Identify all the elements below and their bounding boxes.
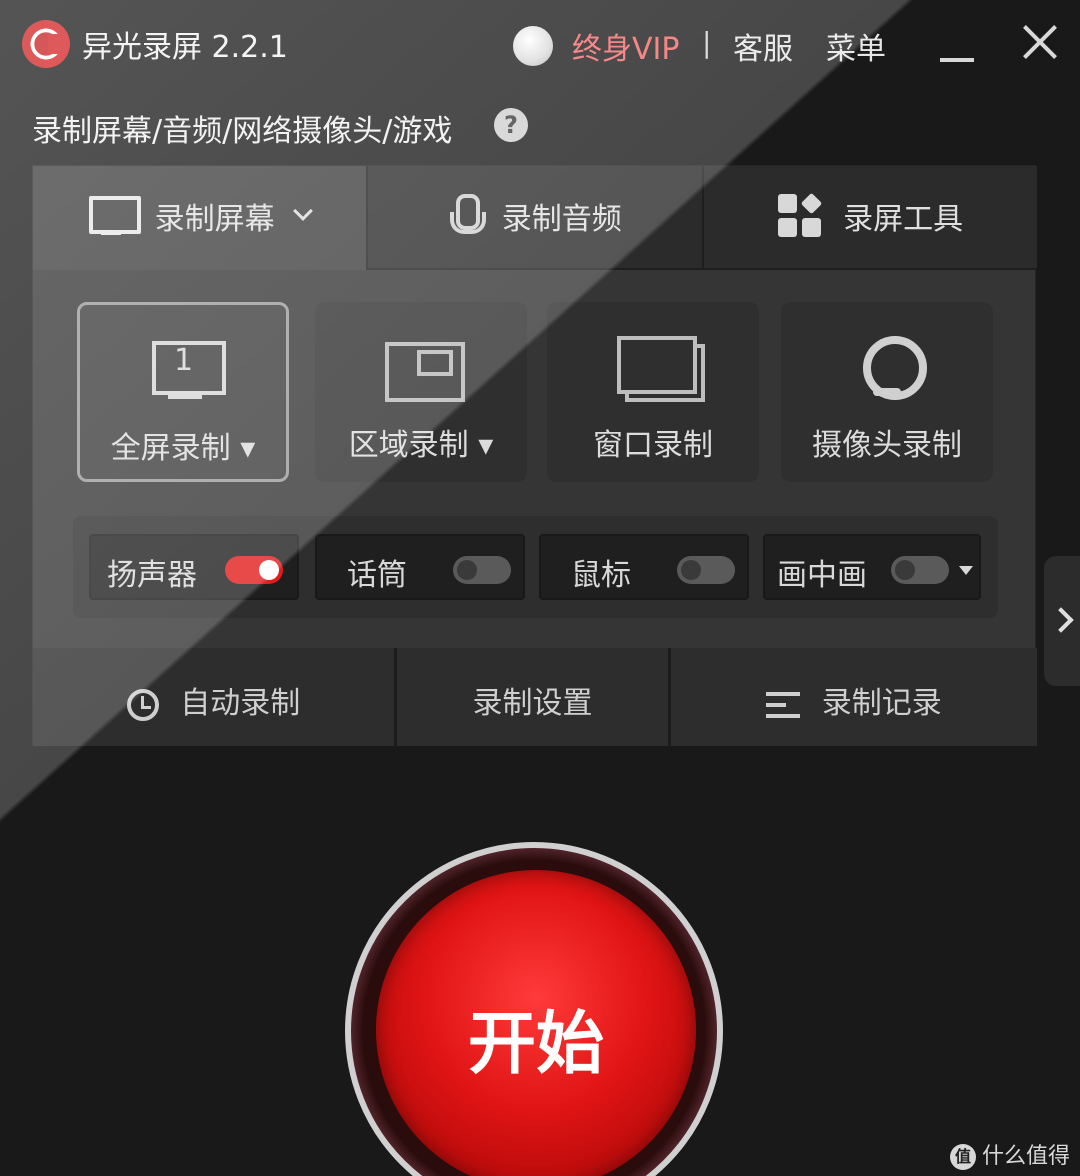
speaker-switch[interactable] [225,556,283,584]
watermark: 值什么值得买 [950,1138,1080,1176]
toggle-label: 扬声器 [107,558,197,593]
tools-grid-icon [777,192,822,238]
list-icon [766,690,801,720]
mode-label: 区域录制 ▾ [348,428,494,463]
tab-bar: 录制屏幕 录制音频 录屏工具 [33,166,1037,270]
avatar[interactable] [513,26,553,66]
window-record-button[interactable]: 窗口录制 [547,302,759,482]
vip-link[interactable]: 终身VIP [572,24,679,68]
page-subtitle: 录制屏幕/音频/网络摄像头/游戏 [32,114,453,149]
close-icon[interactable] [1018,20,1062,64]
record-history-button[interactable]: 录制记录 [671,648,1037,746]
webcam-record-button[interactable]: 摄像头录制 [781,302,993,482]
start-label: 开始 [467,1005,604,1084]
tab-record-audio[interactable]: 录制音频 [368,166,704,270]
tab-label: 录屏工具 [843,202,964,237]
microphone-switch[interactable] [453,556,511,584]
app-logo-icon [22,20,70,68]
dropdown-arrow-icon[interactable] [959,566,973,575]
toggle-group: 扬声器 话筒 鼠标 画中画 [73,516,998,618]
minimize-icon[interactable] [940,32,974,62]
record-mode-group: 1 全屏录制 ▾ 区域录制 ▾ 窗口录制 摄像头录制 [77,302,997,482]
tab-label: 录制音频 [501,202,622,237]
app-window: 异光录屏 2.2.1 终身VIP | 客服 菜单 录制屏幕/音频/网络摄像头/游… [0,0,1080,1176]
picture-in-picture-toggle[interactable]: 画中画 [763,534,981,600]
mode-label: 摄像头录制 [812,428,962,463]
region-icon [385,336,465,402]
auto-record-button[interactable]: 自动录制 [33,648,397,746]
alarm-clock-icon [126,688,159,721]
record-history-label: 录制记录 [821,686,942,721]
speaker-toggle[interactable]: 扬声器 [89,534,299,600]
region-record-button[interactable]: 区域录制 ▾ [315,302,527,482]
bottom-action-bar: 自动录制 录制设置 录制记录 [33,648,1037,746]
auto-record-label: 自动录制 [180,686,301,721]
tab-label: 录制屏幕 [154,202,275,237]
chevron-down-icon[interactable] [293,201,314,221]
toggle-label: 鼠标 [571,558,631,593]
expand-panel-chevron-icon[interactable] [1044,556,1080,686]
title-bar: 异光录屏 2.2.1 终身VIP | 客服 菜单 [0,0,1080,90]
main-panel: 录制屏幕 录制音频 录屏工具 1 全屏录制 ▾ 区域录制 ▾ 窗口录制 摄像头录… [32,165,1037,746]
monitor-number: 1 [174,343,194,378]
app-title: 异光录屏 2.2.1 [82,30,288,65]
pip-switch[interactable] [891,556,949,584]
tab-record-screen[interactable]: 录制屏幕 [33,166,369,270]
watermark-logo-icon: 值 [950,1144,976,1170]
help-icon[interactable]: ? [494,108,528,142]
record-settings-label: 录制设置 [472,686,593,721]
mode-label: 窗口录制 [593,428,713,463]
monitor-icon [89,196,142,236]
webcam-icon [851,336,927,400]
toggle-label: 画中画 [777,558,867,593]
microphone-icon [448,194,487,238]
tab-record-tools[interactable]: 录屏工具 [703,166,1037,270]
menu-button[interactable]: 菜单 [826,24,886,68]
customer-service-button[interactable]: 客服 [733,24,793,68]
mouse-switch[interactable] [677,556,735,584]
fullscreen-record-button[interactable]: 1 全屏录制 ▾ [77,302,289,482]
toggle-label: 话筒 [347,558,407,593]
mouse-toggle[interactable]: 鼠标 [539,534,749,600]
window-icon [617,336,697,398]
record-settings-button[interactable]: 录制设置 [397,648,671,746]
microphone-toggle[interactable]: 话筒 [315,534,525,600]
title-separator: | [702,26,712,59]
fullscreen-monitor-icon: 1 [150,339,226,401]
start-record-button[interactable]: 开始 [376,870,696,1176]
mode-label: 全屏录制 ▾ [110,431,256,466]
